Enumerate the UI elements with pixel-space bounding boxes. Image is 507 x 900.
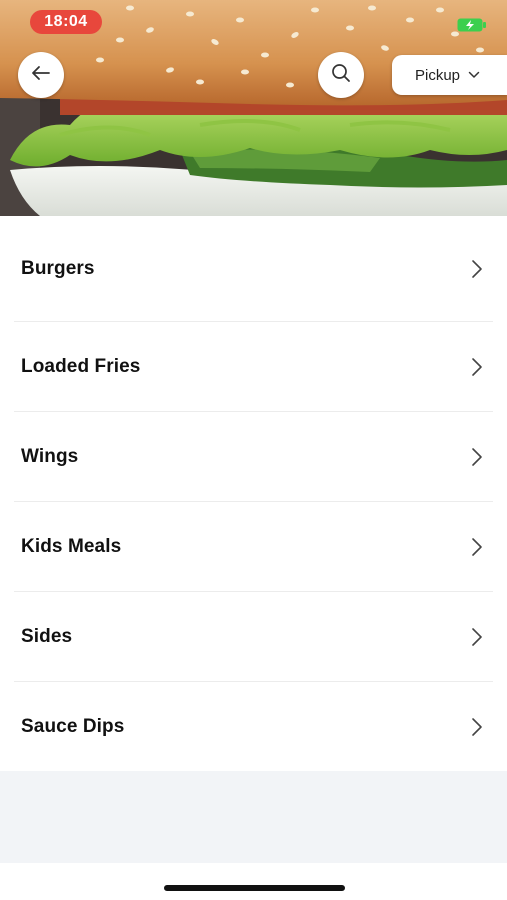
chevron-right-icon bbox=[470, 222, 484, 316]
category-label: Sauce Dips bbox=[21, 716, 125, 737]
chevron-right-icon bbox=[470, 322, 484, 412]
chevron-down-icon bbox=[468, 71, 480, 79]
order-mode-label: Pickup bbox=[415, 66, 461, 84]
category-item-sauce-dips[interactable]: Sauce Dips bbox=[0, 682, 507, 772]
category-label: Loaded Fries bbox=[21, 356, 141, 377]
order-mode-dropdown[interactable]: Pickup bbox=[392, 55, 507, 95]
chevron-right-icon bbox=[470, 412, 484, 502]
category-item-kids-meals[interactable]: Kids Meals bbox=[0, 502, 507, 592]
status-time: 18:04 bbox=[30, 10, 102, 34]
category-label: Burgers bbox=[21, 258, 95, 279]
chevron-right-icon bbox=[470, 592, 484, 682]
back-button[interactable] bbox=[18, 52, 64, 98]
category-item-loaded-fries[interactable]: Loaded Fries bbox=[0, 322, 507, 412]
footer-background bbox=[0, 771, 507, 863]
chevron-right-icon bbox=[470, 682, 484, 772]
battery-icon bbox=[457, 18, 487, 32]
category-item-burgers[interactable]: Burgers bbox=[0, 228, 507, 322]
search-icon bbox=[330, 62, 352, 89]
category-list: Burgers Loaded Fries Wings Kids Meals Si… bbox=[0, 228, 507, 772]
category-label: Sides bbox=[21, 626, 73, 647]
category-label: Wings bbox=[21, 446, 79, 467]
category-label: Kids Meals bbox=[21, 536, 122, 557]
arrow-left-icon bbox=[29, 61, 53, 90]
category-item-sides[interactable]: Sides bbox=[0, 592, 507, 682]
search-button[interactable] bbox=[318, 52, 364, 98]
chevron-right-icon bbox=[470, 502, 484, 592]
home-indicator[interactable] bbox=[164, 885, 345, 891]
category-item-wings[interactable]: Wings bbox=[0, 412, 507, 502]
